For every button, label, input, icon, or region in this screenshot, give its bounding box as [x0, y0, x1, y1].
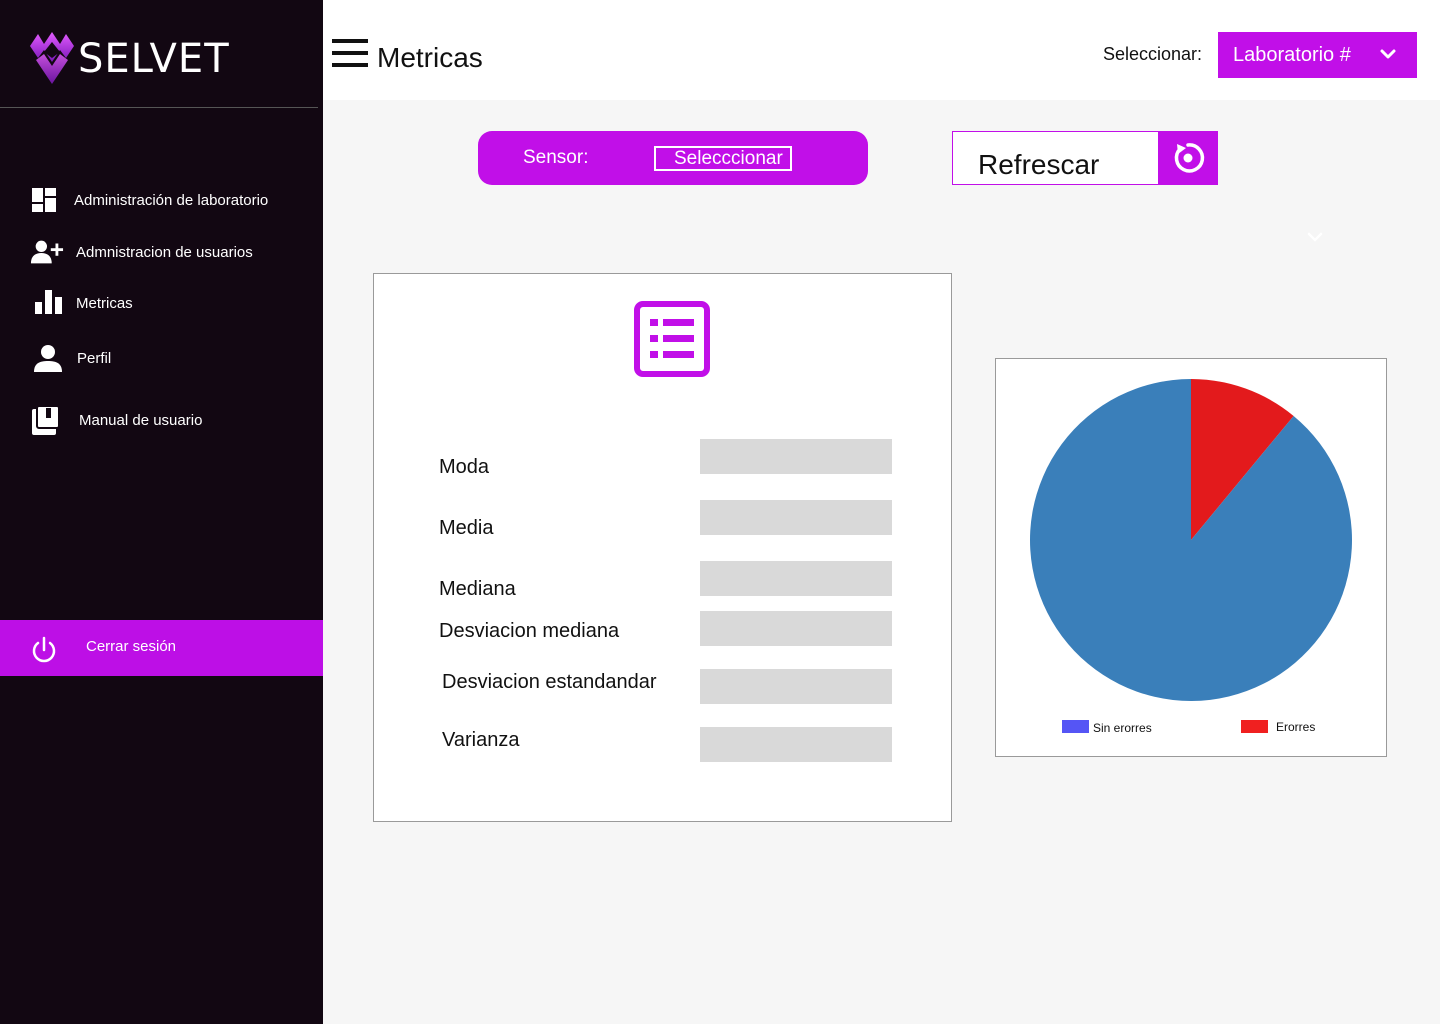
sidebar-item-metrics[interactable]: Metricas — [30, 288, 133, 318]
sidebar-item-label: Administración de laboratorio — [74, 191, 269, 209]
lab-select-dropdown[interactable]: Laboratorio # — [1218, 32, 1417, 78]
sidebar-item-label: Admnistracion de usuarios — [76, 243, 253, 261]
sidebar-item-user-manual[interactable]: Manual de usuario — [30, 405, 202, 435]
page-title: Metricas — [377, 42, 483, 73]
selvet-logo-icon — [30, 32, 74, 84]
statistics-card: Moda Media Mediana Desviacion mediana De… — [373, 273, 952, 822]
sidebar-item-lab-admin[interactable]: Administración de laboratorio — [30, 185, 268, 215]
sensor-select-dropdown[interactable]: Selecccionar — [654, 146, 792, 171]
refresh-icon-button[interactable] — [1158, 131, 1218, 185]
error-pie-chart-card: Sin erorres Erorres — [995, 358, 1387, 757]
legend-swatch-errores — [1241, 720, 1268, 733]
refresh-button[interactable]: Refrescar — [952, 131, 1218, 185]
stat-value-moda — [700, 439, 892, 474]
stat-value-media — [700, 500, 892, 535]
legend-label-errores: Erorres — [1276, 720, 1316, 734]
pie-slice-sin-errores — [1030, 379, 1352, 701]
list-icon — [634, 301, 710, 377]
legend-label-sin-errores: Sin erorres — [1093, 721, 1152, 735]
stat-label-moda: Moda — [439, 456, 490, 478]
lab-select-label: Seleccionar: — [1103, 44, 1203, 64]
person-icon — [30, 343, 64, 373]
dashboard-icon — [30, 185, 64, 215]
sidebar-item-label: Metricas — [76, 294, 133, 312]
stat-label-varianza: Varianza — [442, 729, 520, 751]
logout-button[interactable]: Cerrar sesión — [0, 620, 323, 676]
refresh-label: Refrescar — [978, 149, 1100, 180]
stat-label-media: Media — [439, 517, 494, 539]
stat-label-desviacion-mediana: Desviacion mediana — [439, 620, 620, 642]
brand[interactable]: SELVET — [28, 30, 230, 88]
header: Metricas Seleccionar: Laboratorio # — [323, 0, 1440, 100]
sidebar-item-label: Perfil — [77, 349, 112, 367]
sidebar-item-label: Manual de usuario — [79, 411, 203, 429]
add-user-icon — [30, 237, 64, 267]
logout-label: Cerrar sesión — [86, 638, 177, 655]
stat-label-desviacion-estandar: Desviacion estandandar — [442, 671, 657, 693]
refresh-icon — [1174, 143, 1205, 173]
power-icon — [32, 636, 56, 663]
lab-select-value: Laboratorio # — [1233, 43, 1351, 66]
sidebar-divider — [0, 107, 318, 108]
brand-name: SELVET — [78, 36, 230, 82]
stat-label-mediana: Mediana — [439, 578, 516, 600]
sidebar-item-user-admin[interactable]: Admnistracion de usuarios — [30, 237, 253, 267]
sensor-label: Sensor: — [523, 147, 589, 168]
bar-chart-icon — [30, 288, 64, 318]
stat-value-mediana — [700, 561, 892, 596]
stat-value-desviacion-mediana — [700, 611, 892, 646]
stat-value-desviacion-estandar — [700, 669, 892, 704]
chevron-down-icon — [1380, 49, 1396, 59]
pie-chart — [1030, 379, 1352, 701]
legend-swatch-sin-errores — [1062, 720, 1089, 733]
stat-value-varianza — [700, 727, 892, 762]
sidebar: SELVET Administración de laboratorio Adm… — [0, 0, 323, 1024]
book-icon — [30, 405, 64, 435]
chevron-down-icon — [1307, 232, 1323, 242]
sidebar-item-profile[interactable]: Perfil — [30, 343, 111, 373]
hamburger-menu-icon[interactable] — [332, 39, 368, 69]
sensor-selector: Sensor: Selecccionar — [478, 131, 868, 185]
